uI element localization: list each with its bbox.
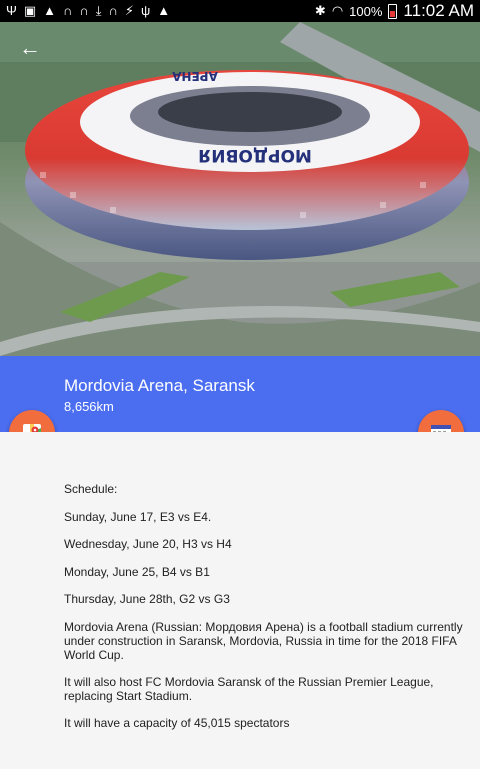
usb-icon: Ψ	[6, 3, 17, 18]
match-item: Wednesday, June 20, H3 vs H4	[64, 537, 232, 551]
image-icon: ▣	[23, 3, 37, 18]
distance-label: 8,656km	[64, 399, 114, 414]
headset-icon: ∩	[108, 3, 118, 18]
notification-icons: Ψ ▣ ▲ ∩ ∩ ⤓ ∩ ⚡ ψ ▲	[6, 0, 170, 22]
host-note-text: It will also host FC Mordovia Saransk of…	[64, 675, 434, 703]
battery-percent: 100%	[349, 3, 383, 19]
arrow-back-icon: ←	[19, 35, 41, 60]
warning-icon: ▲	[43, 3, 57, 18]
stadium-details: Schedule: Sunday, June 17, E3 vs E4. Wed…	[0, 432, 480, 769]
battery-icon	[388, 3, 398, 19]
signal-icon: ⚡	[124, 3, 134, 18]
title-band: Mordovia Arena, Saransk 8,656km	[0, 356, 480, 432]
headset-icon: ∩	[79, 3, 89, 18]
schedule-label: Schedule:	[64, 482, 118, 496]
clock: 11:02 AM	[403, 1, 474, 20]
svg-text:АРЕНА: АРЕНА	[171, 69, 217, 83]
back-button[interactable]: ←	[14, 34, 46, 62]
warning-icon: ▲	[157, 3, 171, 18]
download-icon: ⤓	[95, 3, 102, 18]
wifi-icon: ◠	[331, 3, 344, 18]
match-item: Sunday, June 17, E3 vs E4.	[64, 510, 212, 524]
wifi-bars-icon: ψ	[140, 3, 151, 18]
match-item: Monday, June 25, B4 vs B1	[64, 565, 210, 579]
capacity-text: It will have a capacity of 45,015 specta…	[64, 716, 290, 730]
headset-icon: ∩	[63, 3, 73, 18]
bluetooth-icon: ✱	[314, 3, 326, 18]
status-bar: Ψ ▣ ▲ ∩ ∩ ⤓ ∩ ⚡ ψ ▲ ✱ ◠ 100% 11:02 AM	[0, 0, 480, 22]
svg-text:МОРДОВИЯ: МОРДОВИЯ	[198, 145, 312, 165]
stadium-illustration: МОРДОВИЯ АРЕНА	[0, 22, 480, 356]
match-item: Thursday, June 28th, G2 vs G3	[64, 592, 230, 606]
description-text: Mordovia Arena (Russian: Мордовия Арена)…	[64, 620, 463, 662]
stadium-title: Mordovia Arena, Saransk	[64, 376, 255, 395]
stadium-image: МОРДОВИЯ АРЕНА ←	[0, 22, 480, 356]
